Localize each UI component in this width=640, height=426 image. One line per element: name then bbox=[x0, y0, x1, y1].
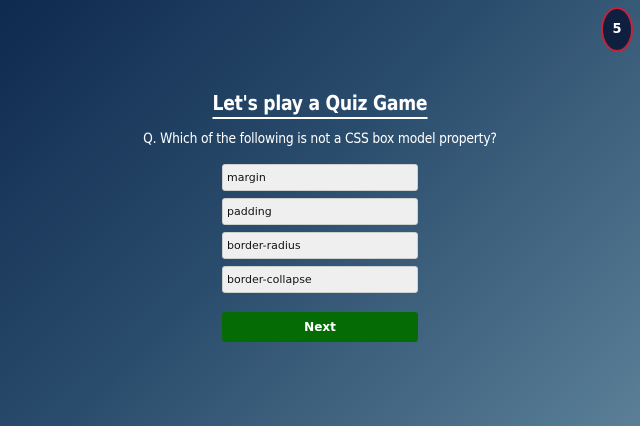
answer-option-margin[interactable]: margin bbox=[222, 164, 418, 191]
quiz-title: Let's play a Quiz Game bbox=[212, 91, 428, 119]
answer-options: margin padding border-radius border-coll… bbox=[222, 164, 418, 300]
quiz-title-container: Let's play a Quiz Game bbox=[0, 80, 640, 119]
next-button[interactable]: Next bbox=[222, 312, 418, 342]
question-container: Q. Which of the following is not a CSS b… bbox=[0, 131, 640, 147]
answer-option-border-radius[interactable]: border-radius bbox=[222, 232, 418, 259]
question-text: Q. Which of the following is not a CSS b… bbox=[143, 131, 497, 147]
answer-option-padding[interactable]: padding bbox=[222, 198, 418, 225]
countdown-timer-badge: 5 bbox=[601, 7, 633, 52]
answer-option-border-collapse[interactable]: border-collapse bbox=[222, 266, 418, 293]
